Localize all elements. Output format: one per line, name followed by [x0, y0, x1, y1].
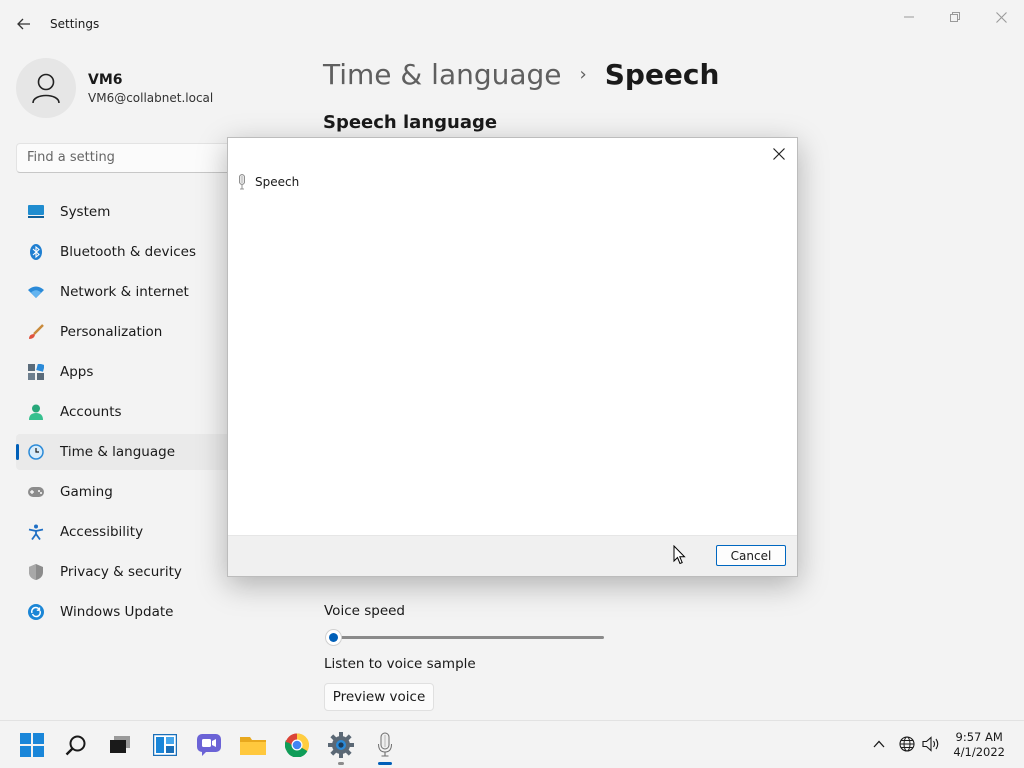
- widgets-icon: [153, 734, 177, 756]
- sidebar-item-label: Windows Update: [60, 604, 174, 620]
- voice-speed-slider-track[interactable]: [333, 636, 604, 639]
- dialog-close-button[interactable]: [769, 144, 789, 164]
- mouse-cursor-icon: [673, 544, 686, 569]
- microphone-icon: [378, 732, 392, 757]
- sidebar-item-label: Bluetooth & devices: [60, 244, 197, 260]
- network-tray-button[interactable]: [897, 734, 917, 754]
- running-indicator: [338, 762, 344, 765]
- active-indicator: [378, 762, 392, 765]
- chrome-button[interactable]: [283, 731, 311, 759]
- taskbar-search-button[interactable]: [62, 731, 90, 759]
- start-button[interactable]: [18, 731, 46, 759]
- gamepad-icon: [28, 484, 44, 500]
- sidebar-item-label: Personalization: [60, 324, 163, 340]
- widgets-button[interactable]: [151, 731, 179, 759]
- sidebar-item-label: Gaming: [60, 484, 113, 500]
- search-icon: [65, 735, 86, 756]
- restore-icon: [950, 12, 960, 22]
- taskbar-clock[interactable]: 9:57 AM 4/1/2022: [953, 730, 1005, 760]
- sidebar-item-windows-update[interactable]: Windows Update: [16, 594, 296, 630]
- globe-clock-icon: [28, 444, 44, 460]
- speaker-icon: [922, 736, 939, 752]
- app-title: Settings: [50, 17, 100, 31]
- globe-icon: [899, 736, 915, 752]
- volume-tray-button[interactable]: [921, 734, 941, 754]
- sidebar-item-label: System: [60, 204, 111, 220]
- voice-speed-label: Voice speed: [324, 603, 405, 619]
- preview-voice-button[interactable]: Preview voice: [324, 683, 434, 711]
- clock-date: 4/1/2022: [953, 745, 1005, 759]
- windows-logo-icon: [20, 733, 44, 757]
- accessibility-icon: [28, 524, 44, 541]
- speech-dialog: Speech Cancel: [227, 137, 798, 577]
- sidebar-item-label: Time & language: [60, 444, 176, 460]
- title-bar: Settings: [0, 0, 1024, 48]
- wifi-icon: [28, 284, 44, 300]
- chrome-icon: [285, 733, 309, 757]
- dialog-header: Speech: [237, 174, 299, 190]
- user-email: VM6@collabnet.local: [88, 91, 214, 105]
- settings-taskbar-button[interactable]: [327, 731, 355, 765]
- section-title: Speech language: [323, 112, 498, 133]
- paintbrush-icon: [28, 324, 44, 340]
- close-icon: [995, 11, 1007, 23]
- chevron-right-icon: ›: [579, 64, 587, 85]
- back-button[interactable]: [14, 14, 34, 34]
- user-name: VM6: [88, 72, 123, 88]
- sidebar-item-label: Privacy & security: [60, 564, 182, 580]
- clock-time: 9:57 AM: [955, 730, 1003, 744]
- minimize-icon: [904, 16, 914, 18]
- breadcrumb: Time & language › Speech: [323, 58, 719, 91]
- monitor-icon: [28, 204, 44, 220]
- arrow-left-icon: [17, 18, 30, 30]
- user-icon: [32, 73, 60, 104]
- taskbar: 9:57 AM 4/1/2022: [0, 720, 1024, 768]
- minimize-button[interactable]: [894, 8, 924, 26]
- cancel-button[interactable]: Cancel: [716, 545, 786, 566]
- restore-button[interactable]: [940, 8, 970, 26]
- close-button[interactable]: [986, 8, 1016, 26]
- file-explorer-button[interactable]: [239, 731, 267, 759]
- chat-button[interactable]: [195, 731, 223, 759]
- update-icon: [28, 604, 44, 620]
- person-icon: [28, 404, 44, 420]
- sidebar-item-label: Accessibility: [60, 524, 144, 540]
- avatar[interactable]: [16, 58, 76, 118]
- sidebar-item-label: Network & internet: [60, 284, 189, 300]
- breadcrumb-parent[interactable]: Time & language: [323, 58, 562, 91]
- listen-label: Listen to voice sample: [324, 656, 476, 672]
- chevron-up-icon: [873, 740, 885, 748]
- dialog-title: Speech: [255, 175, 300, 189]
- shield-icon: [28, 564, 44, 580]
- folder-icon: [240, 737, 266, 755]
- microphone-icon: [237, 174, 247, 190]
- sidebar-item-label: Apps: [60, 364, 94, 380]
- close-icon: [773, 148, 785, 160]
- gear-icon: [328, 732, 354, 758]
- task-view-icon: [110, 736, 130, 753]
- speech-app-button[interactable]: [371, 731, 399, 765]
- chat-icon: [197, 734, 221, 756]
- task-view-button[interactable]: [106, 731, 134, 759]
- voice-speed-slider-thumb[interactable]: [324, 629, 342, 646]
- apps-grid-icon: [28, 363, 45, 380]
- bluetooth-icon: [28, 244, 44, 260]
- dialog-footer: Cancel: [228, 535, 797, 576]
- show-hidden-icons-button[interactable]: [869, 734, 889, 754]
- sidebar-item-label: Accounts: [60, 404, 122, 420]
- page-title: Speech: [604, 58, 720, 91]
